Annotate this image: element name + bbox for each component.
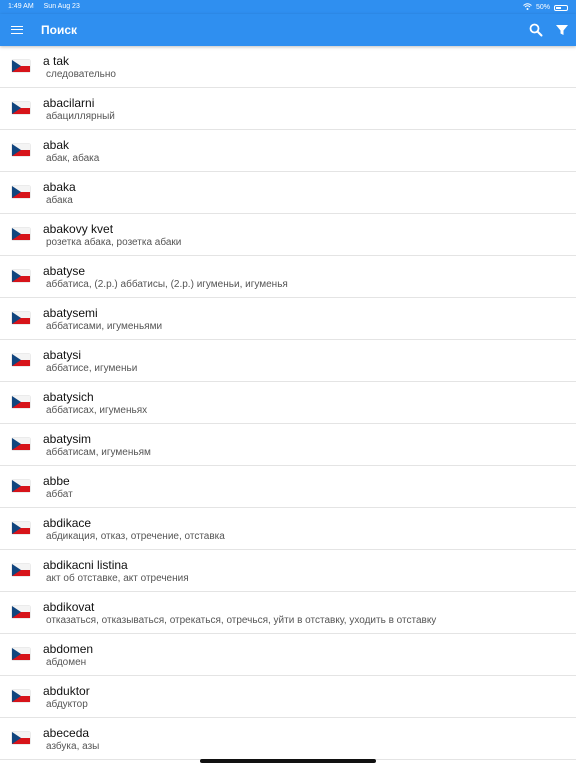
entry-translation: абак, абака <box>46 153 100 164</box>
status-bar: 1:49 AM Sun Aug 23 50% <box>0 0 576 14</box>
entry-word: abak <box>43 138 70 152</box>
czech-flag-icon <box>12 102 30 114</box>
entry-translation: следовательно <box>46 69 116 80</box>
czech-flag-icon <box>12 732 30 744</box>
entry-list: a tak следовательно abacilarni абацилляр… <box>0 46 576 760</box>
entry-word: abdikacni listina <box>43 558 128 572</box>
page-title: Поиск <box>41 23 78 37</box>
menu-icon <box>11 26 23 34</box>
czech-flag-icon <box>12 144 30 156</box>
entry-word: abatysich <box>43 390 94 404</box>
list-item[interactable]: abeceda азбука, азы <box>0 718 576 760</box>
entry-translation: аббатисам, игуменьям <box>46 447 151 458</box>
entry-word: abatysi <box>43 348 82 362</box>
search-icon <box>529 23 543 37</box>
czech-flag-icon <box>12 648 30 660</box>
list-item[interactable]: abaka абака <box>0 172 576 214</box>
wifi-icon <box>523 3 532 12</box>
entry-translation: акт об отставке, акт отречения <box>46 573 189 584</box>
entry-word: abdomen <box>43 642 94 656</box>
list-item[interactable]: abatysim аббатисам, игуменьям <box>0 424 576 466</box>
entry-word: abdikace <box>43 516 92 530</box>
czech-flag-icon <box>12 564 30 576</box>
entry-word: abakovy kvet <box>43 222 114 236</box>
entry-translation: абдикация, отказ, отречение, отставка <box>46 531 225 542</box>
entry-translation: аббатиса, (2.р.) аббатисы, (2.р.) игумен… <box>46 279 288 290</box>
entry-word: abatyse <box>43 264 86 278</box>
entry-word: abacilarni <box>43 96 95 110</box>
entry-word: abatysemi <box>43 306 98 320</box>
czech-flag-icon <box>12 186 30 198</box>
search-button[interactable] <box>528 22 544 38</box>
entry-word: abduktor <box>43 684 90 698</box>
status-date: Sun Aug 23 <box>43 3 80 10</box>
entry-word: abdikovat <box>43 600 95 614</box>
entry-translation: абака <box>46 195 73 206</box>
czech-flag-icon <box>12 228 30 240</box>
list-item[interactable]: abatyse аббатиса, (2.р.) аббатисы, (2.р.… <box>0 256 576 298</box>
list-item[interactable]: abduktor абдуктор <box>0 676 576 718</box>
list-item[interactable]: abakovy kvet розетка абака, розетка абак… <box>0 214 576 256</box>
czech-flag-icon <box>12 522 30 534</box>
entry-word: abbe <box>43 474 70 488</box>
home-indicator <box>200 759 376 763</box>
czech-flag-icon <box>12 270 30 282</box>
entry-word: abatysim <box>43 432 92 446</box>
entry-translation: отказаться, отказываться, отрекаться, от… <box>46 615 437 626</box>
entry-translation: абдуктор <box>46 699 88 710</box>
list-item[interactable]: abak абак, абака <box>0 130 576 172</box>
czech-flag-icon <box>12 396 30 408</box>
app-bar: Поиск <box>0 14 576 46</box>
list-item[interactable]: abdikace абдикация, отказ, отречение, от… <box>0 508 576 550</box>
czech-flag-icon <box>12 690 30 702</box>
list-item[interactable]: abdikacni listina акт об отставке, акт о… <box>0 550 576 592</box>
entry-translation: аббатисе, игуменьи <box>46 363 138 374</box>
entry-translation: абациллярный <box>46 111 115 122</box>
czech-flag-icon <box>12 438 30 450</box>
list-item[interactable]: abdikovat отказаться, отказываться, отре… <box>0 592 576 634</box>
czech-flag-icon <box>12 354 30 366</box>
czech-flag-icon <box>12 480 30 492</box>
entry-translation: аббатисах, игуменьях <box>46 405 148 416</box>
czech-flag-icon <box>12 60 30 72</box>
entry-translation: абдомен <box>46 657 87 668</box>
list-item[interactable]: abdomen абдомен <box>0 634 576 676</box>
list-item[interactable]: abacilarni абациллярный <box>0 88 576 130</box>
entry-translation: аббат <box>46 489 73 500</box>
list-item[interactable]: a tak следовательно <box>0 46 576 88</box>
entry-word: a tak <box>43 54 70 68</box>
battery-icon <box>554 4 568 11</box>
list-item[interactable]: abatysemi аббатисами, игуменьями <box>0 298 576 340</box>
list-item[interactable]: abatysich аббатисах, игуменьях <box>0 382 576 424</box>
czech-flag-icon <box>12 606 30 618</box>
entry-word: abaka <box>43 180 76 194</box>
entry-word: abeceda <box>43 726 90 740</box>
entry-translation: аббатисами, игуменьями <box>46 321 163 332</box>
menu-button[interactable] <box>8 21 26 39</box>
entry-translation: розетка абака, розетка абаки <box>46 237 182 248</box>
czech-flag-icon <box>12 312 30 324</box>
filter-icon <box>556 25 568 35</box>
list-item[interactable]: abbe аббат <box>0 466 576 508</box>
entry-translation: азбука, азы <box>46 741 100 752</box>
list-item[interactable]: abatysi аббатисе, игуменьи <box>0 340 576 382</box>
battery-percent: 50% <box>535 4 550 11</box>
status-time: 1:49 AM <box>8 3 34 10</box>
filter-button[interactable] <box>554 22 570 38</box>
